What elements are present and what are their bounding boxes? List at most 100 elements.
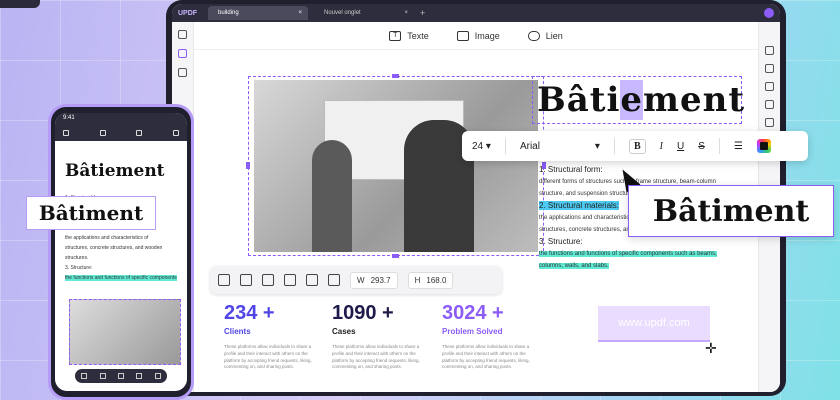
highlighted-letter: e bbox=[620, 80, 644, 120]
stat-description: These platforms allow individuals to sha… bbox=[442, 344, 530, 370]
highlighted-line: columns, walls, and slabs. bbox=[539, 263, 609, 269]
height-value: 168.0 bbox=[426, 275, 447, 285]
phone-toolbar bbox=[55, 125, 187, 141]
section-heading: 3. Structure: bbox=[539, 237, 583, 246]
section-line: the functions and functions of specific … bbox=[539, 248, 749, 260]
phone-line: the applications and characteristics of bbox=[65, 235, 149, 241]
font-size-value: 24 bbox=[472, 140, 484, 152]
flip-horizontal-icon[interactable] bbox=[284, 274, 296, 286]
pen-icon[interactable] bbox=[99, 130, 106, 136]
heading-word[interactable]: Bâtiement bbox=[537, 80, 745, 120]
underline-button[interactable]: U bbox=[677, 141, 684, 152]
share-icon[interactable] bbox=[765, 100, 774, 109]
dock-link-icon[interactable] bbox=[117, 373, 124, 379]
link-icon bbox=[527, 30, 540, 41]
image-icon bbox=[456, 30, 469, 41]
phone-screen: 9:41 Bâtiement 1. Structural form: diffe… bbox=[55, 113, 187, 391]
share-icon[interactable] bbox=[136, 130, 143, 136]
image-tools-bar: W 293.7 H 168.0 bbox=[210, 266, 502, 294]
rotate-left-icon[interactable] bbox=[218, 274, 230, 286]
more-icon[interactable] bbox=[172, 130, 179, 136]
home-icon[interactable] bbox=[63, 130, 69, 136]
dock-text-icon[interactable] bbox=[81, 373, 88, 379]
stat-number: 234 + bbox=[224, 302, 275, 324]
divider bbox=[718, 138, 720, 154]
selection-handle[interactable] bbox=[392, 254, 399, 258]
section-heading: 1. Structural form: bbox=[539, 165, 603, 174]
rotate-right-icon[interactable] bbox=[240, 274, 252, 286]
phone-status-bar: 9:41 bbox=[55, 113, 187, 125]
link-tool-label: Lien bbox=[545, 30, 563, 41]
tab-label: building bbox=[218, 10, 239, 16]
dock-more-icon[interactable] bbox=[154, 373, 161, 379]
heading-text: Bâtiement bbox=[537, 80, 746, 120]
stat-label: Problem Solved bbox=[442, 327, 503, 336]
image-tool-label: Image bbox=[474, 30, 500, 41]
crosshair-cursor-icon: ✛ bbox=[705, 340, 717, 356]
selection-handle[interactable] bbox=[392, 74, 399, 78]
edit-icon[interactable] bbox=[178, 49, 187, 58]
app-titlebar: UPDF building × Nouvel onglet × + bbox=[172, 4, 780, 22]
delete-icon[interactable] bbox=[306, 274, 318, 286]
stat-number: 1090 + bbox=[332, 302, 394, 324]
stat-label: Clients bbox=[224, 327, 251, 336]
phone-line: 3. Structure: bbox=[65, 265, 93, 271]
font-family-select[interactable]: Arial ▾ bbox=[520, 141, 600, 152]
new-tab-button[interactable]: + bbox=[420, 8, 425, 18]
font-toolbar: 24 ▾ Arial ▾ B I U S ☰ bbox=[462, 131, 808, 161]
phone-line: structures, concrete structures, and woo… bbox=[65, 245, 163, 261]
chevron-down-icon: ▾ bbox=[594, 140, 600, 152]
tab-building[interactable]: building × bbox=[208, 6, 308, 20]
phone-photo[interactable] bbox=[69, 299, 181, 365]
save-icon[interactable] bbox=[765, 118, 774, 127]
bold-button[interactable]: B bbox=[628, 138, 646, 154]
edit-toolbar: T Texte Image Lien bbox=[194, 22, 758, 50]
text-tool-button[interactable]: T Texte bbox=[389, 30, 429, 41]
stat-number: 3024 + bbox=[442, 302, 504, 324]
text-icon: T bbox=[389, 30, 402, 41]
tab-new[interactable]: Nouvel onglet × bbox=[314, 6, 414, 20]
stat-description: These platforms allow individuals to sha… bbox=[224, 344, 312, 370]
protect-icon[interactable] bbox=[765, 82, 774, 91]
text-edit-box[interactable]: Bâtiment bbox=[628, 185, 834, 237]
phone-heading-word[interactable]: Bâtiement bbox=[65, 161, 165, 181]
width-label: W bbox=[357, 275, 365, 285]
chevron-down-icon: ▾ bbox=[485, 140, 491, 152]
stat-label: Cases bbox=[332, 327, 356, 336]
font-size-select[interactable]: 24 ▾ bbox=[472, 141, 491, 152]
strikethrough-button[interactable]: S bbox=[698, 141, 705, 152]
height-label: H bbox=[414, 275, 421, 285]
stat-description: These platforms allow individuals to sha… bbox=[332, 344, 420, 370]
watermark[interactable]: www.updf.com bbox=[598, 306, 710, 342]
phone-frame: 9:41 Bâtiement 1. Structural form: diffe… bbox=[48, 104, 194, 400]
stat-clients: 234 + Clients These platforms allow indi… bbox=[224, 302, 324, 371]
settings-icon[interactable] bbox=[328, 274, 340, 286]
phone-highlight: the functions and functions of specific … bbox=[65, 275, 177, 281]
phone-text-edit-box[interactable]: Bâtiment bbox=[26, 196, 156, 230]
image-tool-button[interactable]: Image bbox=[456, 30, 500, 41]
dock-crop-icon[interactable] bbox=[136, 373, 143, 379]
close-icon[interactable]: × bbox=[298, 10, 302, 16]
avatar[interactable] bbox=[764, 8, 774, 18]
width-field[interactable]: W 293.7 bbox=[350, 271, 398, 289]
height-field[interactable]: H 168.0 bbox=[407, 271, 454, 289]
color-picker-icon[interactable] bbox=[756, 139, 771, 153]
italic-button[interactable]: I bbox=[660, 141, 663, 152]
reader-icon[interactable] bbox=[178, 30, 187, 39]
align-icon[interactable]: ☰ bbox=[734, 141, 743, 152]
divider bbox=[504, 138, 506, 154]
image-selection-box bbox=[248, 76, 544, 256]
ocr-icon[interactable] bbox=[765, 46, 774, 55]
app-logo: UPDF bbox=[178, 9, 198, 17]
tab-label: Nouvel onglet bbox=[324, 10, 361, 16]
dock-image-icon[interactable] bbox=[99, 373, 106, 379]
close-icon[interactable]: × bbox=[404, 10, 408, 16]
flip-vertical-icon[interactable] bbox=[262, 274, 274, 286]
text-tool-label: Texte bbox=[407, 30, 429, 41]
link-tool-button[interactable]: Lien bbox=[527, 30, 563, 41]
organize-icon[interactable] bbox=[178, 68, 187, 77]
selection-handle[interactable] bbox=[246, 162, 250, 169]
convert-icon[interactable] bbox=[765, 64, 774, 73]
font-family-value: Arial bbox=[519, 140, 540, 152]
divider bbox=[613, 138, 615, 154]
